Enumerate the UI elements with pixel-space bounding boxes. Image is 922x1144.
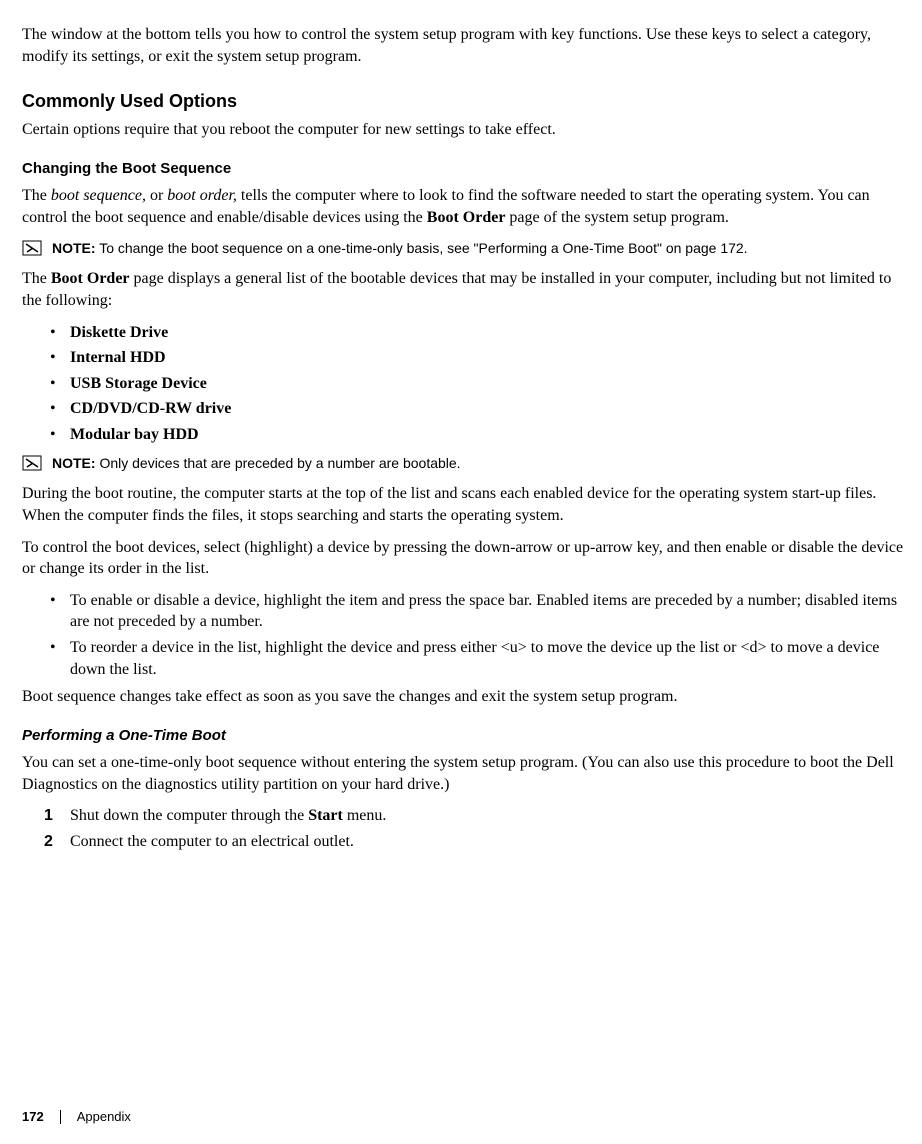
page-number: 172 xyxy=(22,1108,44,1126)
one-time-steps: Shut down the computer through the Start… xyxy=(22,805,904,852)
boot-order-p2: The Boot Order page displays a general l… xyxy=(22,268,904,311)
heading-boot-sequence: Changing the Boot Sequence xyxy=(22,159,904,179)
boot-sequence-p1: The boot sequence, or boot order, tells … xyxy=(22,185,904,228)
boot-routine-p: During the boot routine, the computer st… xyxy=(22,483,904,526)
device-list: Diskette Drive Internal HDD USB Storage … xyxy=(22,322,904,446)
note-bootable-numbered: NOTE: Only devices that are preceded by … xyxy=(22,454,904,476)
list-item: To enable or disable a device, highlight… xyxy=(22,590,904,633)
list-item: Diskette Drive xyxy=(22,322,904,344)
intro-paragraph: The window at the bottom tells you how t… xyxy=(22,24,904,67)
list-item: To reorder a device in the list, highlig… xyxy=(22,637,904,680)
page-footer: 172 Appendix xyxy=(22,1108,131,1126)
heading-commonly-used: Commonly Used Options xyxy=(22,89,904,113)
list-item: Shut down the computer through the Start… xyxy=(22,805,904,827)
commonly-used-p1: Certain options require that you reboot … xyxy=(22,119,904,141)
list-item: Modular bay HDD xyxy=(22,424,904,446)
heading-one-time-boot: Performing a One-Time Boot xyxy=(22,726,904,746)
control-list: To enable or disable a device, highlight… xyxy=(22,590,904,680)
note-one-time-ref: NOTE: To change the boot sequence on a o… xyxy=(22,239,904,261)
list-item: Connect the computer to an electrical ou… xyxy=(22,831,904,853)
note-icon xyxy=(22,240,42,261)
list-item: Internal HDD xyxy=(22,347,904,369)
footer-divider xyxy=(60,1110,61,1124)
boot-seq-effect-p: Boot sequence changes take effect as soo… xyxy=(22,686,904,708)
note-icon xyxy=(22,455,42,476)
control-boot-p: To control the boot devices, select (hig… xyxy=(22,537,904,580)
list-item: USB Storage Device xyxy=(22,373,904,395)
footer-section: Appendix xyxy=(77,1108,131,1126)
list-item: CD/DVD/CD-RW drive xyxy=(22,398,904,420)
one-time-p1: You can set a one-time-only boot sequenc… xyxy=(22,752,904,795)
